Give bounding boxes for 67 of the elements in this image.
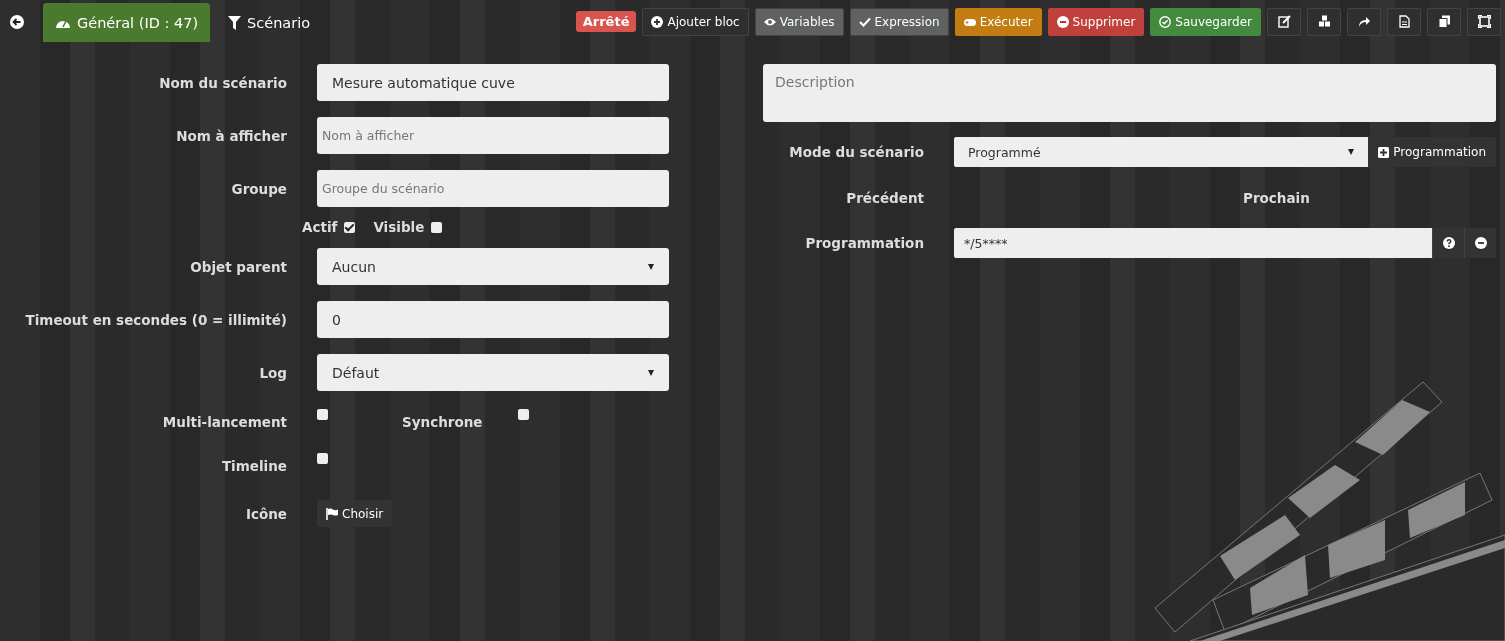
input-field[interactable]: Mesure automatique cuve (317, 64, 669, 101)
field-label: Nom à afficher (175, 127, 287, 144)
checkbox[interactable] (344, 221, 356, 233)
checkbox-label: Actif (302, 219, 338, 235)
toolbar-icon-button[interactable] (1307, 7, 1341, 36)
action-button[interactable]: Sauvegarder (1150, 7, 1261, 36)
field-label: Log (258, 364, 287, 381)
back-arrow-icon (10, 14, 24, 29)
select-field[interactable]: Programmé (954, 137, 1369, 167)
schedule-input-field[interactable]: */5**** (954, 228, 1432, 258)
checkbox-label: Timeline (220, 458, 287, 474)
checkbox[interactable] (518, 409, 530, 420)
check-icon (858, 15, 871, 28)
plus-icon (651, 15, 664, 28)
caret-icon (1348, 149, 1355, 155)
checkbox-label: Synchrone (402, 414, 483, 430)
plus-icon (1378, 146, 1390, 158)
input-field[interactable]: Nom à afficher (317, 117, 669, 154)
help-button[interactable] (1432, 228, 1464, 258)
expand-icon (1477, 15, 1491, 28)
select-field[interactable]: Aucun (317, 248, 669, 285)
add-schedule-button[interactable]: Programmation (1368, 137, 1496, 167)
toolbar-icon-button[interactable] (1267, 7, 1301, 36)
copy-icon (1437, 15, 1451, 28)
previous-label: Précédent (845, 190, 924, 206)
field-label: Programmation (804, 235, 924, 251)
field-label: Timeout en secondes (0 = illimité) (24, 311, 287, 328)
flag-icon (326, 507, 338, 520)
field-label: Nom du scénario (158, 74, 287, 91)
edit-icon (1277, 15, 1291, 28)
check-circle-icon (1159, 15, 1172, 28)
tab[interactable]: Scénario (216, 3, 323, 42)
toolbar-icon-button[interactable] (1467, 7, 1501, 36)
action-button[interactable]: Expression (849, 7, 949, 36)
minus-icon (1056, 15, 1069, 28)
file-icon (1397, 15, 1411, 28)
toolbar-icon-button[interactable] (1387, 7, 1421, 36)
checkbox-label: Multi-lancement (161, 414, 287, 430)
checkbox[interactable] (317, 409, 328, 420)
share-icon (1357, 15, 1371, 28)
next-label: Prochain (1243, 190, 1310, 206)
select-field[interactable]: Défaut (317, 354, 669, 391)
checkbox[interactable] (317, 453, 328, 464)
caret-icon (648, 263, 654, 270)
checkbox-label: Visible (373, 219, 425, 235)
action-button[interactable]: Supprimer (1047, 7, 1145, 36)
caret-icon (648, 369, 654, 376)
input-field[interactable]: Groupe du scénario (317, 170, 669, 207)
help-icon (1442, 237, 1455, 249)
field-label: Groupe (230, 180, 287, 197)
choose-button[interactable]: Choisir (317, 500, 393, 527)
description-field[interactable]: Description (763, 64, 1496, 122)
tab[interactable]: Général (ID : 47) (43, 3, 211, 42)
action-button[interactable]: Ajouter bloc (642, 7, 749, 36)
checkbox[interactable] (431, 221, 443, 233)
input-field[interactable]: 0 (317, 301, 669, 338)
toolbar-icon-button[interactable] (1427, 7, 1461, 36)
field-label: Mode du scénario (788, 144, 924, 160)
remove-button[interactable] (1464, 228, 1496, 258)
filter-icon (228, 15, 242, 30)
field-label: Objet parent (189, 258, 287, 275)
action-button[interactable]: Variables (754, 7, 844, 36)
status-badge: Arrêté (575, 11, 637, 32)
cubes-icon (1317, 15, 1331, 28)
minus-icon (1474, 237, 1487, 249)
toolbar-icon-button[interactable] (1347, 7, 1381, 36)
field-label: Icône (244, 505, 287, 522)
